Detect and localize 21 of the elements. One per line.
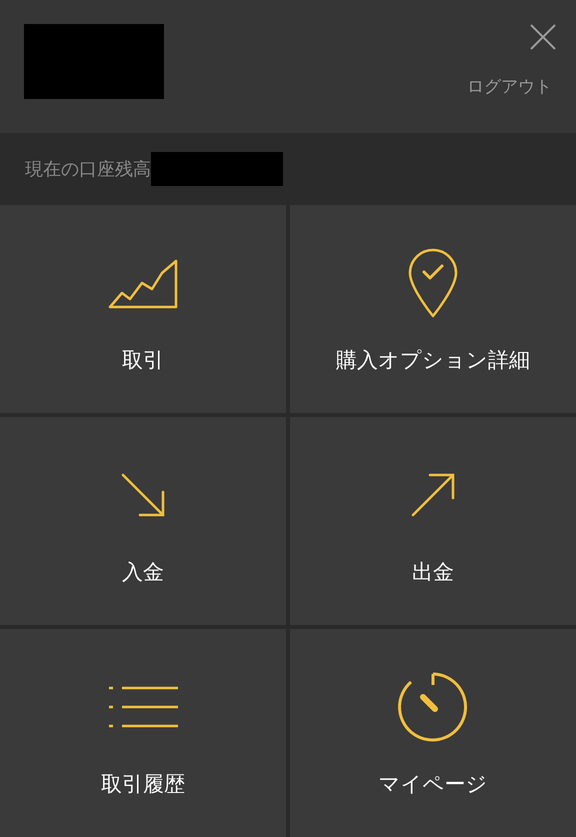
- gauge-icon: [397, 671, 469, 744]
- tile-label: 取引履歴: [101, 772, 185, 798]
- menu-tile[interactable]: 取引履歴: [0, 629, 286, 837]
- menu-tile[interactable]: 購入オプション詳細: [290, 205, 576, 413]
- chart-icon: [108, 257, 178, 310]
- close-icon[interactable]: [530, 24, 556, 50]
- tile-label: 取引: [122, 348, 164, 374]
- logout-link[interactable]: ログアウト: [467, 74, 552, 100]
- balance-label: 現在の口座残高: [25, 158, 151, 180]
- list-icon: [108, 685, 178, 730]
- tile-label: 入金: [122, 560, 164, 586]
- menu-tile[interactable]: 出金: [290, 417, 576, 625]
- menu-tile[interactable]: 入金: [0, 417, 286, 625]
- arrow-down-right-icon: [120, 472, 166, 518]
- location-pin-icon: [407, 248, 459, 318]
- arrow-up-right-icon: [410, 472, 456, 518]
- menu-tile[interactable]: マイページ: [290, 629, 576, 837]
- tile-label: マイページ: [378, 772, 488, 798]
- tile-label: 出金: [412, 560, 454, 586]
- menu-tile[interactable]: 取引: [0, 205, 286, 413]
- tile-label: 購入オプション詳細: [336, 348, 530, 374]
